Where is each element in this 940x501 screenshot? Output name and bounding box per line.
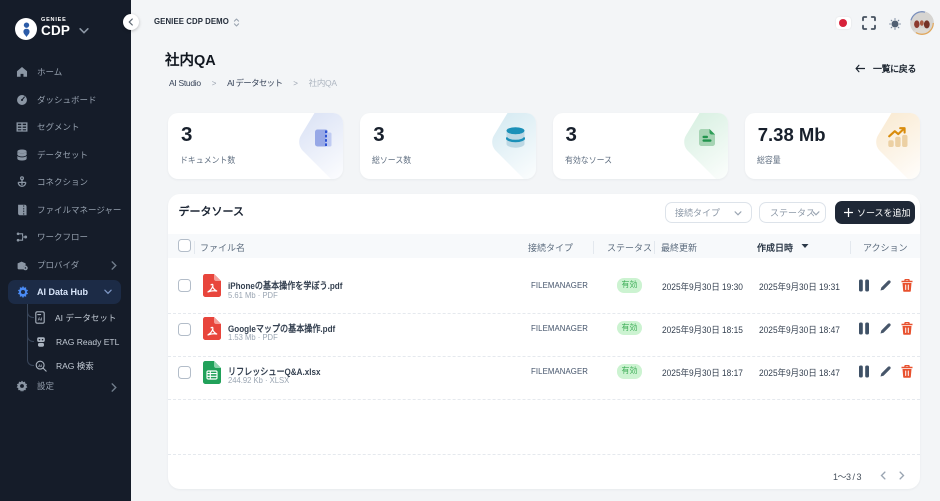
svg-text:AI: AI [38, 317, 43, 323]
svg-text:AI: AI [38, 363, 42, 368]
